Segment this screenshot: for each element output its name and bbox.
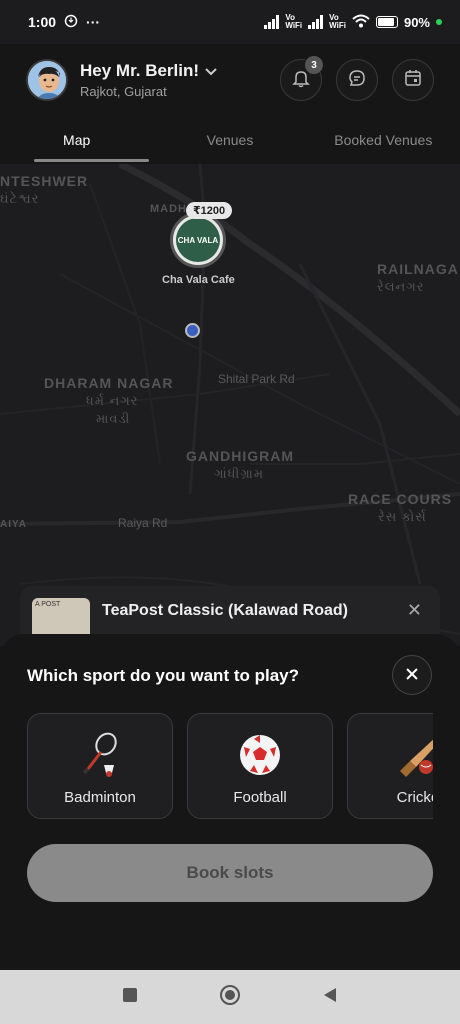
home-button[interactable]	[219, 984, 241, 1011]
map-area-label: DHARAM NAGAR ધર્મ નગર માવડી	[44, 375, 174, 426]
venue-pin-label[interactable]: Cha Vala Cafe	[162, 274, 235, 286]
data-saver-icon	[64, 14, 78, 31]
sport-label: Cricket	[396, 789, 433, 806]
greeting-text: Hey Mr. Berlin!	[80, 61, 200, 80]
calendar-button[interactable]	[392, 59, 434, 101]
football-icon	[236, 731, 284, 779]
sheet-title: Which sport do you want to play?	[27, 666, 299, 685]
venue-pin-circle: CHA VALA	[170, 212, 226, 268]
chevron-down-icon	[205, 61, 217, 81]
notification-count-badge: 3	[305, 56, 323, 74]
signal-icon	[308, 15, 324, 29]
venue-map-pin[interactable]: CHA VALA	[170, 212, 228, 270]
close-icon	[405, 664, 419, 687]
status-right: Vo WiFi Vo WiFi 90%	[264, 14, 442, 31]
calendar-icon	[403, 68, 423, 93]
view-tabs: Map Venues Booked Venues	[0, 120, 460, 164]
tab-venues[interactable]: Venues	[153, 120, 306, 164]
sport-option-badminton[interactable]: Badminton	[27, 713, 173, 819]
chat-icon	[347, 68, 367, 93]
map-area-label: RACE COURS રેસ કોર્સ	[348, 491, 453, 524]
map-area-label: NTESHWER ઘંટેશ્વર	[0, 173, 89, 206]
sport-label: Badminton	[64, 789, 136, 806]
header: Hey Mr. Berlin! Rajkot, Gujarat 3	[0, 44, 460, 116]
tab-map[interactable]: Map	[0, 120, 153, 164]
map-road-label: Shital Park Rd	[218, 372, 295, 386]
map-area-label: RAILNAGA રેલનગર	[377, 261, 459, 294]
system-nav-bar	[0, 970, 460, 1024]
map-view[interactable]: NTESHWER ઘંટેશ્વર MADH RAILNAGA રેલનગર DHA…	[0, 164, 460, 646]
map-road-label: Raiya Rd	[118, 516, 168, 530]
wifi-icon	[352, 14, 370, 31]
more-notifications-icon: ···	[86, 14, 101, 30]
venue-card-name: TeaPost Classic (Kalawad Road)	[102, 602, 348, 619]
venue-price-tag[interactable]: ₹1200	[186, 202, 233, 219]
battery-icon	[375, 16, 398, 28]
user-location: Rajkot, Gujarat	[80, 84, 167, 99]
header-actions: 3	[280, 56, 434, 101]
map-area-label: GANDHIGRAM ગાંધીગ્રામ	[186, 448, 294, 481]
privacy-indicator-icon	[436, 19, 442, 25]
recents-button[interactable]	[121, 986, 139, 1009]
status-left: 1:00 ···	[28, 14, 100, 31]
cricket-icon	[396, 731, 433, 779]
status-bar: 1:00 ··· Vo WiFi Vo WiFi 90%	[0, 0, 460, 44]
signal-icon	[264, 15, 280, 29]
sport-selection-sheet: Which sport do you want to play? Badmint…	[0, 634, 460, 970]
sheet-close-button[interactable]	[392, 655, 432, 695]
avatar[interactable]	[26, 59, 68, 101]
square-icon	[123, 987, 137, 1002]
back-triangle-icon	[324, 987, 336, 1002]
close-icon[interactable]: ✕	[407, 600, 422, 621]
battery-level: 90%	[403, 14, 430, 30]
avatar-face-icon	[28, 61, 66, 99]
book-slots-button[interactable]: Book slots	[27, 844, 433, 902]
status-time: 1:00	[28, 14, 57, 30]
vowifi-label: Vo WiFi	[285, 13, 303, 30]
current-location-dot	[185, 323, 200, 338]
sport-option-football[interactable]: Football	[187, 713, 333, 819]
notifications-button[interactable]: 3	[280, 56, 323, 101]
map-area-label: AIYA	[0, 519, 27, 530]
back-button[interactable]	[321, 986, 339, 1009]
greeting-title[interactable]: Hey Mr. Berlin!	[80, 61, 217, 81]
vowifi-label: Vo WiFi	[329, 13, 346, 30]
venue-logo: CHA VALA	[176, 218, 220, 262]
sport-options-list[interactable]: Badminton Football Cricket	[27, 713, 433, 819]
circle-icon	[220, 984, 240, 1005]
tab-booked-venues[interactable]: Booked Venues	[307, 120, 460, 164]
messages-button[interactable]	[336, 59, 378, 101]
sport-label: Football	[233, 789, 287, 806]
sport-option-cricket[interactable]: Cricket	[347, 713, 433, 819]
badminton-icon	[76, 731, 124, 779]
greeting-block[interactable]: Hey Mr. Berlin! Rajkot, Gujarat	[80, 61, 217, 99]
